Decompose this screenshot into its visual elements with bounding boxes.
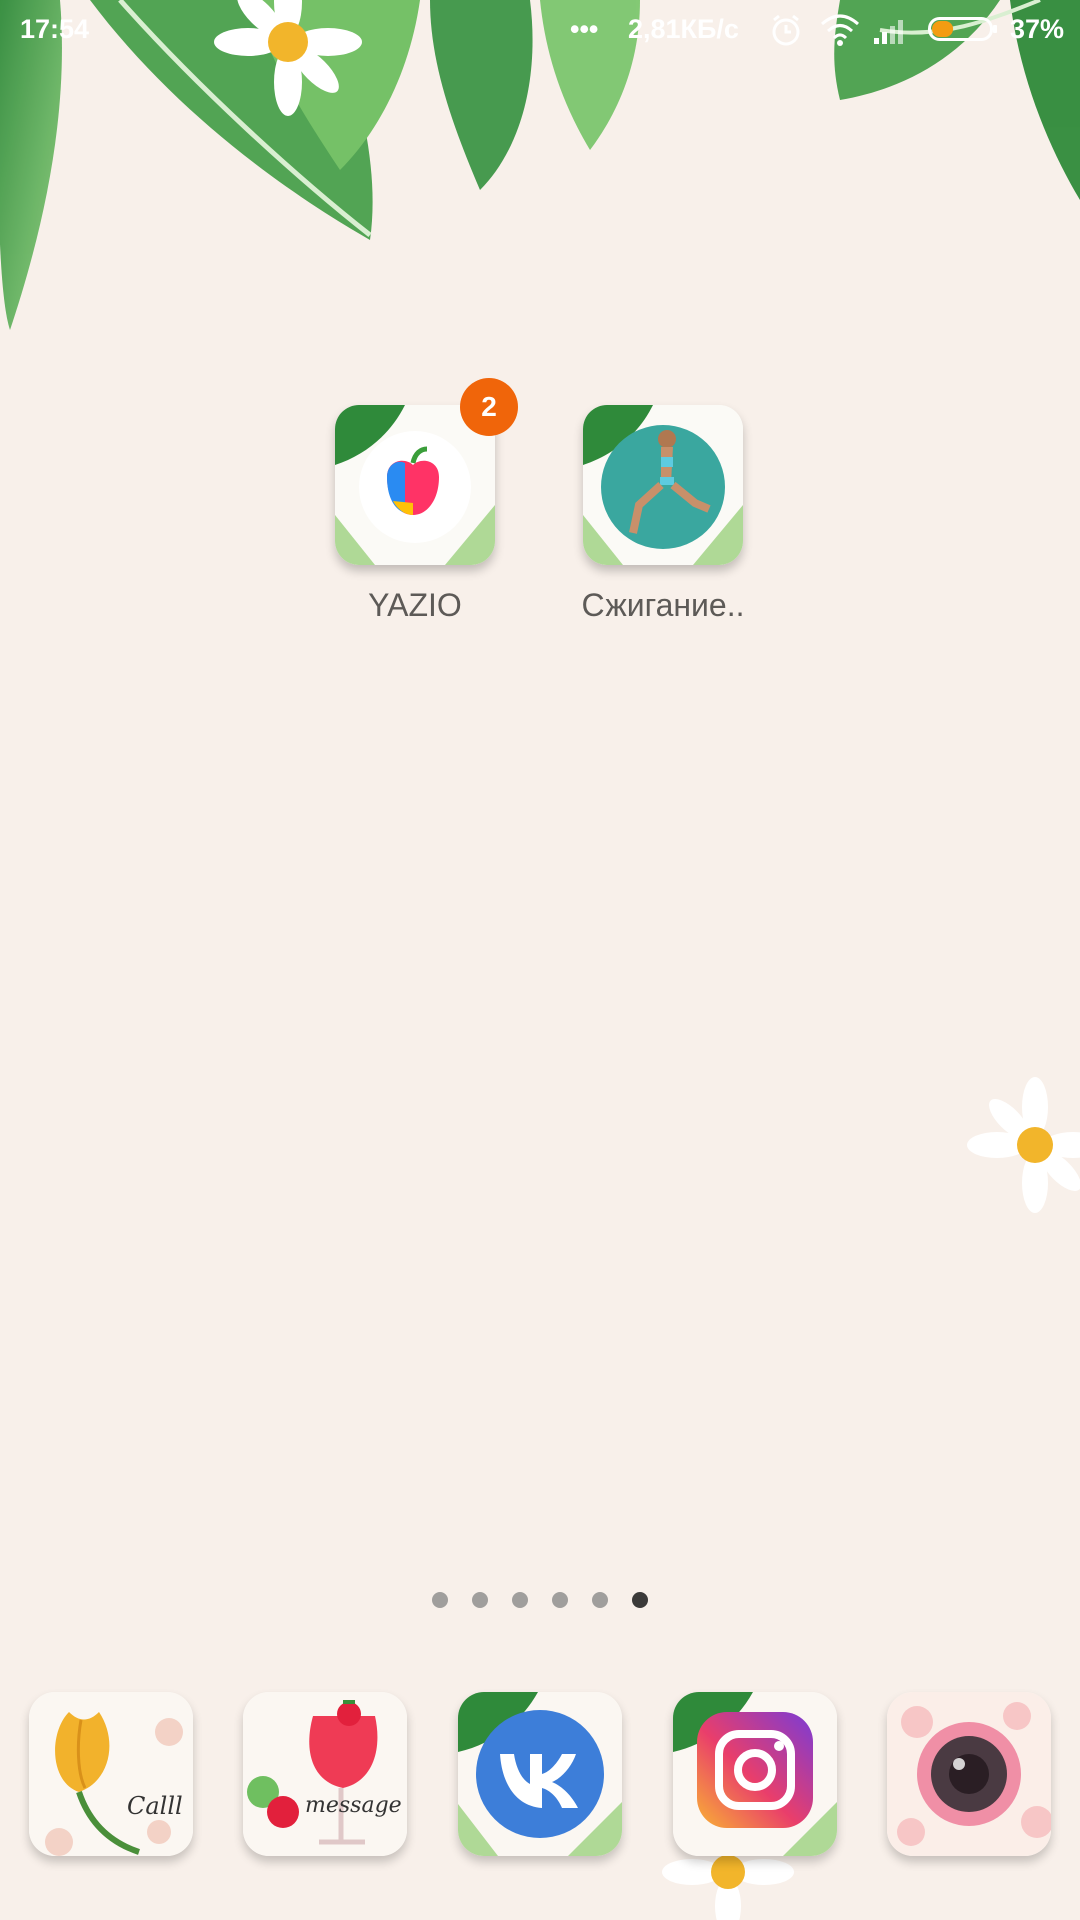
app-label: YAZIO [368,587,462,623]
battery-icon [928,17,997,41]
dock-camera-app[interactable] [887,1692,1051,1856]
tulip-phone-icon: Calll [29,1692,193,1856]
dock-caption: Calll [127,1792,183,1820]
battery-percent: 37% [1010,14,1065,44]
app-yazio[interactable]: YAZIO [315,405,515,624]
network-speed: 2,81КБ/с [628,14,739,44]
page-dot[interactable] [512,1592,528,1608]
page-dot[interactable] [552,1592,568,1608]
page-dot[interactable] [432,1592,448,1608]
app-label: Сжигание.. [581,587,745,623]
status-time: 17:54 [20,14,90,44]
fat-burning-tile[interactable] [583,405,743,565]
page-dot[interactable] [472,1592,488,1608]
alarm-icon [772,14,800,46]
dock-instagram-app[interactable] [673,1692,837,1856]
wallpaper [0,0,1080,1920]
notification-badge: 2 [460,378,518,436]
daisy-decoration [214,0,1080,1920]
dock-phone-app[interactable]: Calll [29,1692,193,1856]
dock-caption: message [305,1793,402,1818]
status-bar: 17:54 ••• 2,81КБ/с 37% [0,0,1080,60]
instagram-icon [673,1692,837,1856]
strawberry-drink-icon: message [243,1692,407,1856]
dock-messages-app[interactable]: message [243,1692,407,1856]
notification-dots: ••• [570,14,599,44]
page-dot[interactable] [592,1592,608,1608]
camera-icon [887,1692,1051,1856]
vk-icon [458,1692,622,1856]
page-dot-active[interactable] [632,1592,648,1608]
app-fat-burning[interactable]: Сжигание.. [563,405,763,624]
signal-icon [874,20,903,44]
fitness-woman-icon [583,405,743,565]
wifi-icon [821,14,859,46]
dock-vk-app[interactable] [458,1692,622,1856]
